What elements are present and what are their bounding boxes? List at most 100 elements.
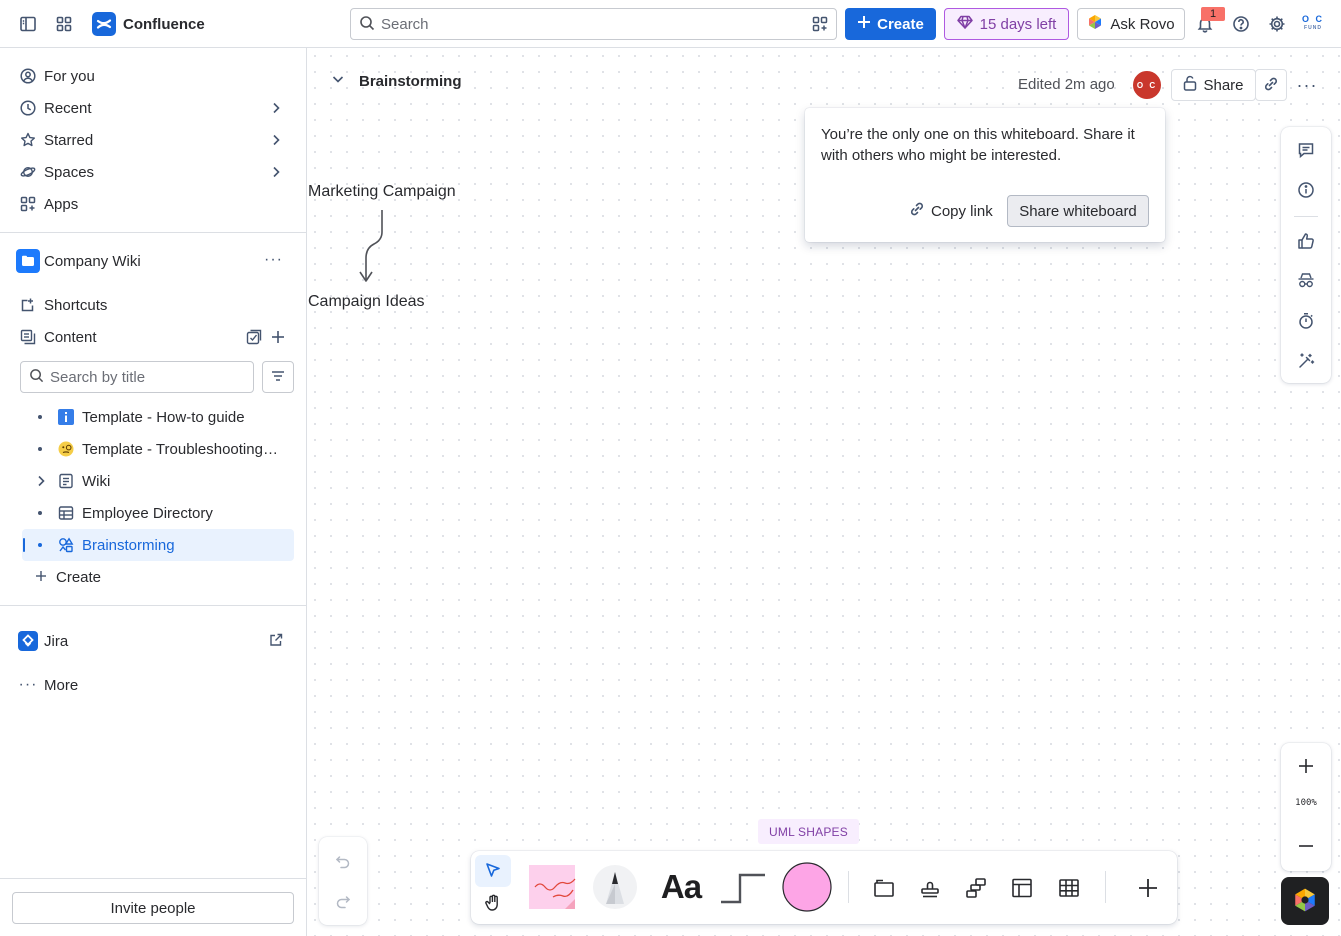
pan-tool-button[interactable] [475, 888, 511, 920]
incognito-icon[interactable] [1294, 269, 1318, 293]
tree-item-label: Wiki [82, 473, 111, 490]
text-tool[interactable]: Aa [653, 863, 709, 911]
share-popover: You’re the only one on this whiteboard. … [805, 108, 1165, 242]
shortcut-icon [20, 297, 36, 313]
share-label: Share [1203, 76, 1244, 94]
zoom-level[interactable]: 100% [1281, 798, 1331, 808]
trial-label: 15 days left [979, 15, 1057, 33]
collaborator-avatar[interactable]: O C [1133, 71, 1161, 99]
link-icon [1263, 76, 1279, 95]
more-tools-button[interactable] [1135, 875, 1161, 901]
shape-tool[interactable] [779, 859, 835, 915]
sidebar-item-label: Jira [44, 632, 69, 650]
user-avatar[interactable]: O C FUND [1300, 12, 1326, 36]
tree-bullet [38, 447, 42, 451]
confluence-logo[interactable]: Confluence [92, 12, 205, 36]
tree-item-troubleshooting[interactable]: Template - Troubleshooting article [22, 433, 294, 465]
uml-shapes-label[interactable]: UML SHAPES [758, 819, 859, 844]
sidebar-item-jira[interactable]: Jira [12, 625, 295, 657]
more-actions-icon[interactable]: ··· [264, 252, 283, 268]
thumbs-up-icon[interactable] [1294, 229, 1318, 253]
diagram-icon [966, 878, 986, 898]
tree-bullet [38, 415, 42, 419]
table-grid-icon [1059, 879, 1079, 897]
chevron-right-icon [269, 165, 283, 183]
sidebar-item-spaces[interactable]: Spaces [12, 156, 295, 188]
sidebar-item-apps[interactable]: Apps [12, 188, 295, 220]
search-filter-icon[interactable] [812, 16, 828, 35]
rovo-chat-button[interactable] [1281, 877, 1329, 925]
filter-button[interactable] [262, 361, 294, 393]
share-button[interactable]: Share [1171, 69, 1256, 101]
sidebar-item-label: Recent [44, 99, 92, 117]
frame-tool[interactable] [871, 875, 897, 901]
toolbar-divider [848, 871, 849, 903]
share-whiteboard-button[interactable]: Share whiteboard [1007, 195, 1149, 227]
stamp-tool[interactable] [917, 875, 943, 901]
help-icon[interactable] [1229, 12, 1253, 36]
more-dots-icon: ··· [18, 676, 38, 693]
copy-link-button[interactable] [1255, 69, 1287, 101]
content-search[interactable] [20, 361, 254, 393]
uml-shapes-tool[interactable] [963, 875, 989, 901]
sidebar-item-more[interactable]: ··· More [12, 669, 295, 701]
info-icon[interactable] [1294, 178, 1318, 202]
sidebar-item-for-you[interactable]: For you [12, 60, 295, 92]
chevron-right-icon[interactable] [35, 474, 47, 492]
create-button[interactable]: Create [845, 8, 936, 40]
zoom-out-icon[interactable] [1294, 834, 1318, 858]
plus-icon [1139, 879, 1157, 897]
star-icon [20, 132, 36, 148]
stamp-icon [921, 881, 939, 898]
more-options-icon[interactable]: ··· [1295, 74, 1319, 96]
sticky-note-tool[interactable] [527, 859, 583, 915]
timer-icon[interactable] [1294, 309, 1318, 333]
rovo-icon [1292, 887, 1318, 916]
sidebar-toggle-icon[interactable] [16, 12, 40, 36]
connector-tool[interactable] [717, 867, 769, 907]
settings-gear-icon[interactable] [1265, 12, 1289, 36]
redo-icon[interactable] [331, 889, 355, 913]
app-switcher-icon[interactable] [52, 12, 76, 36]
whiteboard-text-node[interactable]: Campaign Ideas [308, 293, 425, 311]
tree-item-employee-directory[interactable]: Employee Directory [22, 497, 294, 529]
ask-rovo-button[interactable]: Ask Rovo [1077, 8, 1185, 40]
whiteboard-title[interactable]: Brainstorming [359, 73, 462, 90]
chevron-down-icon[interactable] [331, 72, 345, 90]
trial-days-button[interactable]: 15 days left [944, 8, 1069, 40]
global-search[interactable] [350, 8, 837, 40]
search-input[interactable] [381, 15, 801, 33]
undo-redo-panel [319, 837, 367, 925]
content-search-input[interactable] [50, 368, 240, 386]
popover-copy-link-button[interactable]: Copy link [905, 195, 997, 227]
space-header[interactable]: Company Wiki ··· [12, 245, 295, 277]
zoom-in-icon[interactable] [1294, 754, 1318, 778]
sidebar-item-label: Content [44, 328, 97, 346]
edited-timestamp: Edited 2m ago [1018, 76, 1115, 93]
tree-item-how-to-guide[interactable]: Template - How-to guide [22, 401, 294, 433]
comment-icon[interactable] [1294, 138, 1318, 162]
tree-create-button[interactable]: Create [22, 561, 294, 593]
popover-message: You’re the only one on this whiteboard. … [821, 126, 1135, 164]
confluence-logo-icon [92, 12, 116, 36]
checklist-icon[interactable] [246, 329, 262, 348]
sidebar-item-starred[interactable]: Starred [12, 124, 295, 156]
tree-item-label: Brainstorming [82, 537, 175, 554]
sidebar-item-recent[interactable]: Recent [12, 92, 295, 124]
tree-item-brainstorming[interactable]: Brainstorming [22, 529, 294, 561]
sidebar-item-shortcuts[interactable]: Shortcuts [12, 289, 295, 321]
top-navigation: Confluence Create 15 days left Ask Rovo … [0, 0, 1341, 48]
search-icon [359, 15, 375, 34]
pen-tool[interactable] [591, 863, 639, 911]
whiteboard-canvas[interactable]: Brainstorming Edited 2m ago O C Share ··… [307, 48, 1341, 936]
connector-arrow[interactable] [352, 208, 392, 286]
template-tool[interactable] [1009, 875, 1035, 901]
magic-wand-icon[interactable] [1294, 349, 1318, 373]
undo-icon[interactable] [331, 849, 355, 873]
table-tool[interactable] [1056, 875, 1082, 901]
invite-people-button[interactable]: Invite people [12, 892, 294, 924]
whiteboard-text-node[interactable]: Marketing Campaign [308, 183, 456, 201]
add-content-plus-icon[interactable] [270, 329, 286, 348]
tree-item-wiki[interactable]: Wiki [22, 465, 294, 497]
select-tool-button[interactable] [475, 855, 511, 887]
